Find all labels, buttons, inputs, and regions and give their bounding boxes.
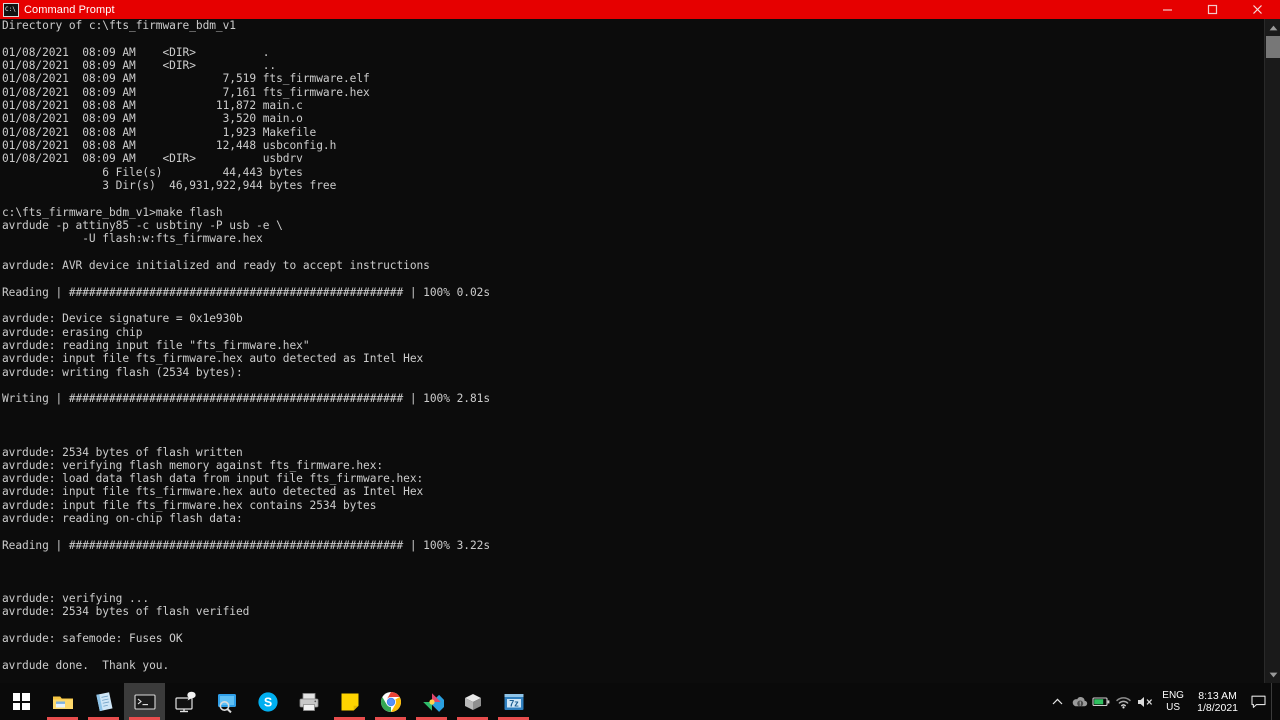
taskbar-item-skype[interactable]: S: [247, 683, 288, 720]
taskbar-item-3d-printer-slicer[interactable]: [452, 683, 493, 720]
show-desktop-button[interactable]: [1271, 683, 1278, 720]
action-center-icon[interactable]: [1245, 683, 1271, 720]
skype-icon: S: [257, 691, 278, 712]
close-button[interactable]: [1235, 0, 1280, 19]
language-line-1: ENG: [1162, 689, 1184, 701]
scroll-up-arrow-icon[interactable]: [1265, 19, 1280, 36]
paint-3d-icon: [422, 692, 444, 712]
windows-logo-icon: [12, 693, 30, 710]
taskbar-item-paint-3d[interactable]: [411, 683, 452, 720]
scrollbar-track[interactable]: [1265, 36, 1280, 666]
window-title: Command Prompt: [24, 3, 115, 16]
desktop-screen: Command Prompt Directory of c:\fts_firmw…: [0, 0, 1280, 720]
clock-time: 8:13 AM: [1198, 689, 1237, 702]
show-hidden-icons-chevron-icon[interactable]: [1046, 683, 1068, 720]
remote-desktop-icon: [174, 691, 196, 712]
file-explorer-icon: [52, 696, 73, 709]
taskbar-item-sticky-notes[interactable]: [329, 683, 370, 720]
taskbar-item-remote-desktop[interactable]: [165, 683, 206, 720]
printer-icon: [299, 692, 318, 711]
taskbar-item-screen-capture[interactable]: [206, 683, 247, 720]
start-button[interactable]: [0, 683, 42, 720]
console-output-area[interactable]: Directory of c:\fts_firmware_bdm_v1 01/0…: [0, 19, 1264, 683]
command-prompt-taskbar-icon: [133, 693, 156, 710]
window-titlebar: Command Prompt: [0, 0, 1280, 19]
taskbar-item-file-explorer[interactable]: [42, 683, 83, 720]
3d-printer-icon: [464, 693, 481, 710]
sticky-notes-icon: [341, 693, 358, 710]
taskbar-item-seven-zip[interactable]: 7z: [493, 683, 534, 720]
network-icon[interactable]: [1112, 683, 1134, 720]
scrollbar-thumb[interactable]: [1266, 36, 1280, 58]
onedrive-icon[interactable]: !: [1068, 683, 1090, 720]
language-indicator[interactable]: ENG US: [1156, 683, 1190, 720]
svg-text:S: S: [263, 695, 271, 709]
maximize-button[interactable]: [1190, 0, 1235, 19]
console-text: Directory of c:\fts_firmware_bdm_v1 01/0…: [2, 19, 491, 672]
battery-icon[interactable]: [1090, 683, 1112, 720]
taskbar-item-command-prompt[interactable]: [124, 683, 165, 720]
volume-muted-icon[interactable]: [1134, 683, 1156, 720]
taskbar-empty-space: [534, 683, 1046, 720]
taskbar: S 7z ! ENG US 8:13 AM 1/8/2021: [0, 683, 1280, 720]
notepad-icon: [95, 691, 113, 711]
chrome-icon: [380, 691, 401, 712]
taskbar-item-printer-utility[interactable]: [288, 683, 329, 720]
svg-text:!: !: [1079, 701, 1081, 708]
minimize-button[interactable]: [1145, 0, 1190, 19]
system-tray: ! ENG US 8:13 AM 1/8/2021: [1046, 683, 1280, 720]
console-scrollbar[interactable]: [1264, 19, 1280, 683]
taskbar-item-google-chrome[interactable]: [370, 683, 411, 720]
svg-text:7z: 7z: [509, 698, 519, 708]
clock-date: 1/8/2021: [1197, 701, 1238, 714]
taskbar-item-notepad-plus-plus[interactable]: [83, 683, 124, 720]
taskbar-items: S 7z: [42, 683, 534, 720]
scroll-down-arrow-icon[interactable]: [1265, 666, 1280, 683]
command-prompt-icon: [3, 2, 19, 17]
seven-zip-icon: 7z: [504, 693, 523, 710]
language-line-2: US: [1166, 701, 1181, 713]
clock[interactable]: 8:13 AM 1/8/2021: [1190, 683, 1245, 720]
screen-capture-icon: [217, 693, 236, 713]
